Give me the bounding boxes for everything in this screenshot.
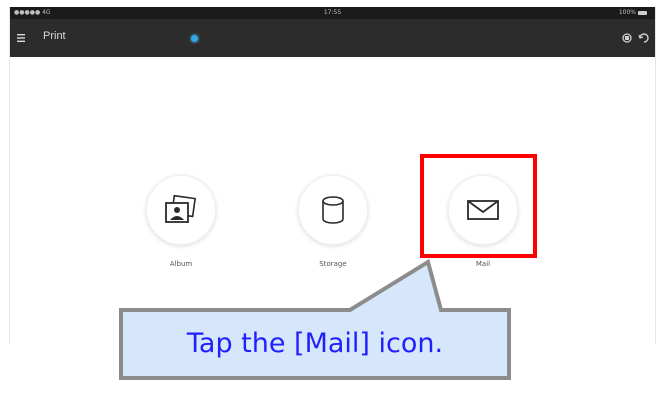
callout-text: Tap the [Mail] icon. [186,328,444,359]
